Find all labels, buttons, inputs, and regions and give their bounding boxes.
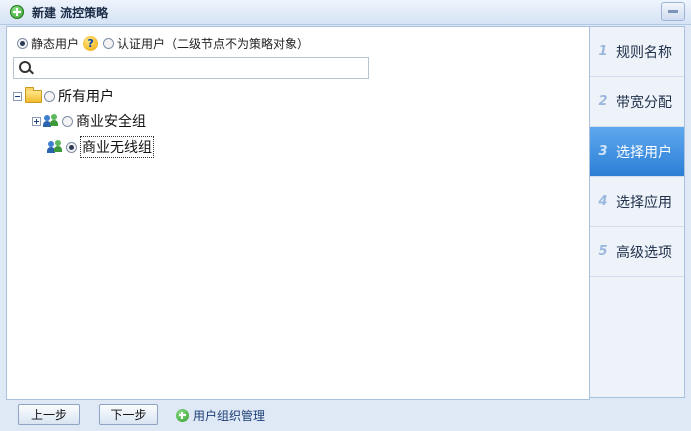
step-advanced[interactable]: 5 高级选项 bbox=[590, 227, 684, 277]
step-label: 选择应用 bbox=[616, 194, 672, 211]
group-manage-label: 用户组织管理 bbox=[193, 409, 266, 423]
search-icon bbox=[19, 61, 31, 73]
tree-node-business-wireless[interactable]: 商业无线组 bbox=[47, 136, 154, 158]
tree-node-root[interactable]: 所有用户 bbox=[13, 86, 114, 106]
minimize-button[interactable] bbox=[661, 2, 685, 21]
step-select-app[interactable]: 4 选择应用 bbox=[590, 177, 684, 227]
tree-node-radio[interactable] bbox=[62, 115, 73, 127]
user-group-icon bbox=[47, 140, 64, 154]
step-number: 2 bbox=[598, 94, 608, 109]
tree-node-label: 商业无线组 bbox=[80, 136, 154, 158]
step-rule-name[interactable]: 1 规则名称 bbox=[590, 27, 684, 77]
step-number: 5 bbox=[598, 244, 608, 259]
user-type-selector: 静态用户 ? 认证用户（二级节点不为策略对象） bbox=[17, 35, 313, 51]
static-user-label[interactable]: 静态用户 bbox=[31, 35, 79, 52]
group-manage-link[interactable]: 用户组织管理 bbox=[176, 407, 265, 424]
collapse-toggle[interactable] bbox=[13, 91, 22, 101]
tree-node-business-security[interactable]: 商业安全组 bbox=[32, 111, 146, 131]
step-label: 带宽分配 bbox=[616, 94, 672, 111]
wizard-steps: 1 规则名称 2 带宽分配 3 选择用户 4 选择应用 5 高级选项 bbox=[589, 26, 685, 398]
prev-button[interactable]: 上一步 bbox=[18, 404, 80, 425]
tree-node-root-radio[interactable] bbox=[44, 90, 55, 102]
step-label: 高级选项 bbox=[616, 244, 672, 261]
step-select-user[interactable]: 3 选择用户 bbox=[590, 127, 684, 177]
help-icon[interactable]: ? bbox=[83, 35, 99, 51]
step-number: 1 bbox=[598, 44, 608, 59]
step-number: 4 bbox=[598, 194, 608, 209]
auth-user-label[interactable]: 认证用户（二级节点不为策略对象） bbox=[117, 35, 309, 52]
search-input[interactable] bbox=[36, 60, 368, 78]
title-bar: 新建 流控策略 bbox=[0, 0, 691, 25]
tree-node-label: 商业安全组 bbox=[76, 114, 146, 130]
step-label: 选择用户 bbox=[616, 144, 672, 161]
search-box bbox=[13, 57, 369, 79]
user-selection-panel: 静态用户 ? 认证用户（二级节点不为策略对象） 所有用户 商业安全组 商业无线组 bbox=[6, 26, 590, 400]
step-number: 3 bbox=[598, 144, 608, 159]
user-group-icon bbox=[43, 114, 60, 128]
expand-toggle[interactable] bbox=[32, 116, 41, 126]
next-button[interactable]: 下一步 bbox=[99, 404, 158, 425]
step-label: 规则名称 bbox=[616, 44, 672, 61]
auth-user-radio[interactable] bbox=[103, 37, 115, 49]
step-bandwidth[interactable]: 2 带宽分配 bbox=[590, 77, 684, 127]
static-user-radio[interactable] bbox=[17, 37, 28, 49]
tree-node-label: 所有用户 bbox=[58, 89, 114, 105]
add-icon bbox=[176, 409, 189, 422]
folder-icon bbox=[25, 86, 42, 103]
add-icon bbox=[10, 5, 24, 19]
window-title: 新建 流控策略 bbox=[32, 6, 109, 20]
tree-node-radio[interactable] bbox=[66, 141, 77, 153]
